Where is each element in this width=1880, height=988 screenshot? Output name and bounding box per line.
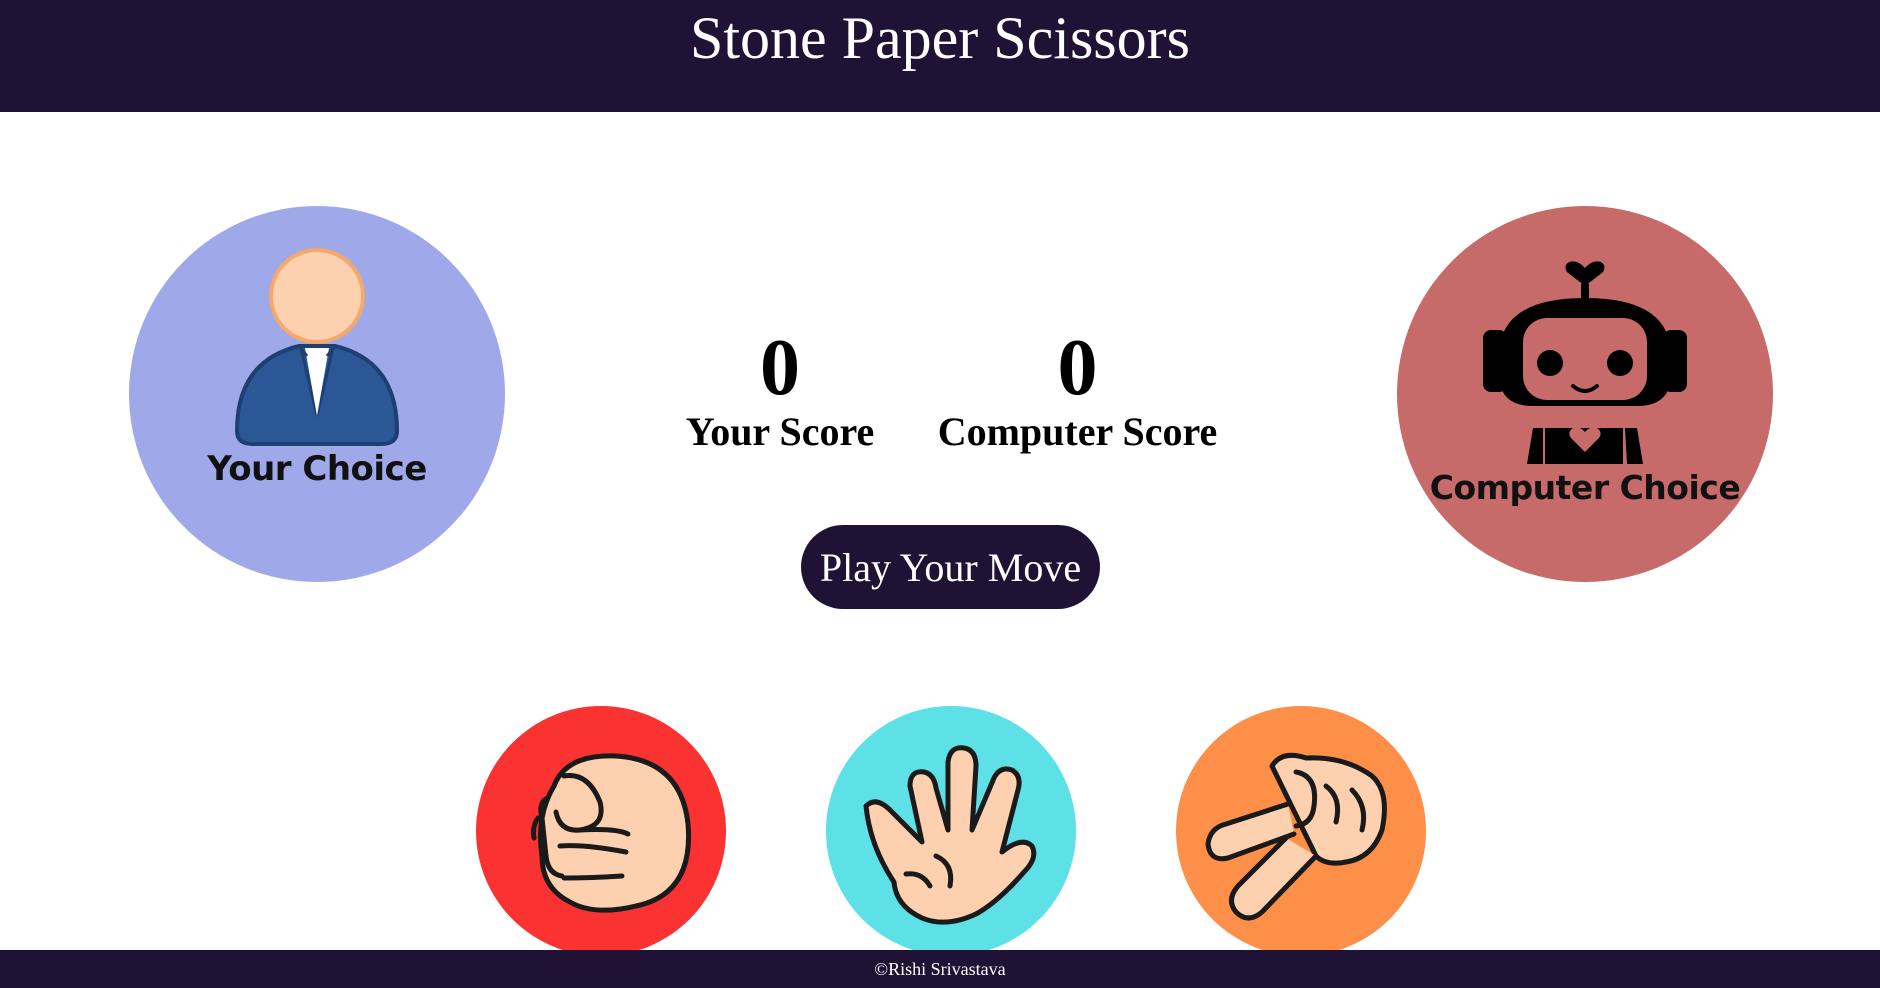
app-root: Stone Paper Scissors Your Choice Compute…: [0, 0, 1880, 988]
user-choice-circle: Your Choice: [129, 206, 505, 582]
user-score-label: Your Score: [685, 409, 875, 454]
paper-move-button[interactable]: [826, 706, 1076, 956]
computer-score-label: Computer Score: [937, 409, 1218, 454]
robot-icon: [1483, 261, 1687, 464]
computer-choice-label: Computer Choice: [1429, 468, 1741, 507]
scissors-hand-icon: [1205, 752, 1387, 921]
scissors-move-button[interactable]: [1176, 706, 1426, 956]
play-your-move-button[interactable]: Play Your Move: [801, 525, 1100, 609]
footer-bar: ©Rishi Srivastava: [0, 950, 1880, 988]
stone-move-button[interactable]: [476, 706, 726, 956]
user-score-value: 0: [760, 324, 800, 412]
computer-score-block: 0 Computer Score: [935, 328, 1220, 454]
user-choice-label: Your Choice: [207, 449, 427, 489]
user-score-block: 0 Your Score: [680, 328, 880, 454]
scoreboard: 0 Your Score 0 Computer Score: [680, 328, 1220, 468]
header-bar: Stone Paper Scissors: [0, 0, 1880, 112]
open-hand-icon: [863, 745, 1037, 925]
fist-icon: [531, 753, 692, 913]
page-title: Stone Paper Scissors: [690, 5, 1190, 71]
computer-score-value: 0: [1057, 324, 1098, 412]
person-icon: [234, 248, 400, 446]
computer-choice-circle: Computer Choice: [1397, 206, 1773, 582]
footer-copyright: ©Rishi Srivastava: [874, 959, 1006, 979]
